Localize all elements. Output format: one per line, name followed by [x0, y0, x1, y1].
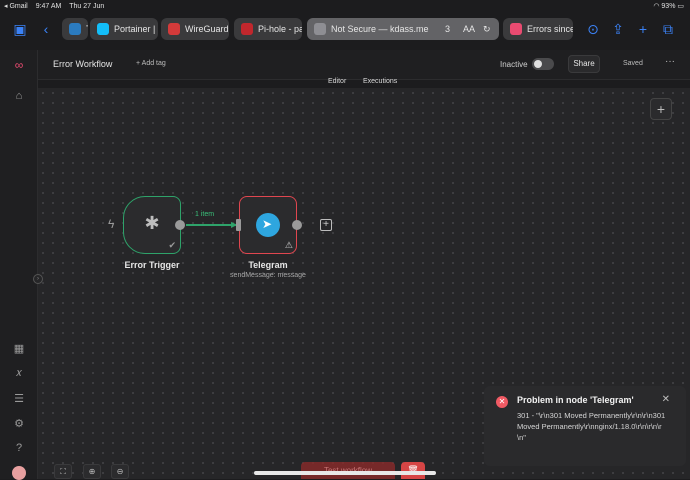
- more-options-icon[interactable]: ···: [665, 56, 675, 67]
- browser-tab-2[interactable]: Portainer | l: [90, 18, 158, 40]
- extension-count[interactable]: 3: [445, 18, 450, 40]
- back-icon[interactable]: ‹: [36, 20, 56, 38]
- edge-item-count: 1 item: [193, 211, 217, 218]
- close-icon[interactable]: ✕: [662, 394, 670, 405]
- help-icon[interactable]: ?: [9, 442, 29, 456]
- portainer-favicon-icon: [97, 23, 109, 35]
- status-bar: ◂ Gmail 9:47 AM Thu 27 Jun ◠ 93% ▭: [0, 0, 690, 12]
- trigger-output-handle[interactable]: [175, 220, 185, 230]
- error-trigger-node[interactable]: ✱ ✔: [123, 196, 181, 254]
- tab-favicon-icon: [69, 23, 81, 35]
- n8n-favicon-icon: [510, 23, 522, 35]
- tab-editor[interactable]: Editor: [328, 78, 346, 85]
- add-next-node-plus-icon[interactable]: +: [320, 219, 332, 231]
- browser-tab-3[interactable]: WireGuard: [161, 18, 229, 40]
- battery-label: 93%: [661, 3, 676, 10]
- telegram-operation-label: sendMessage: message: [230, 272, 306, 279]
- fit-view-icon[interactable]: ⛶: [54, 464, 72, 479]
- templates-icon[interactable]: ▦: [9, 342, 29, 356]
- sidebar-toggle-icon[interactable]: ▣: [10, 20, 30, 38]
- tab-label: Portainer | l: [114, 24, 158, 34]
- bug-icon: ✱: [144, 213, 160, 233]
- reload-icon[interactable]: ↻: [483, 18, 491, 40]
- n8n-logo-icon[interactable]: ∞: [9, 58, 29, 72]
- new-tab-icon[interactable]: +: [633, 20, 653, 38]
- home-icon[interactable]: ⌂: [9, 90, 29, 104]
- share-icon[interactable]: ⇪: [608, 20, 628, 38]
- browser-tab-1[interactable]: Ti: [62, 18, 88, 40]
- battery-icon: ▭: [677, 3, 684, 10]
- telegram-icon: ➤: [256, 213, 280, 237]
- share-button[interactable]: Share: [568, 55, 600, 73]
- browser-tab-6[interactable]: Errors since: [503, 18, 573, 40]
- workflow-header: Error Workflow + Add tag Inactive Share …: [38, 50, 690, 80]
- tab-label: Ti: [86, 24, 88, 34]
- app-sidebar: ∞ ⌂ ▦ 𝑥 ☰ ⚙ ?: [0, 50, 38, 480]
- success-check-icon: ✔: [168, 240, 176, 250]
- zoom-out-icon[interactable]: ⊖: [111, 464, 129, 479]
- trigger-lightning-icon: ϟ: [108, 217, 115, 231]
- carrier-label: ◂ Gmail: [4, 3, 28, 10]
- telegram-label: Telegram: [248, 260, 288, 270]
- tab-label: WireGuard: [185, 24, 229, 34]
- canvas-controls: ⛶ ⊕ ⊖: [50, 464, 150, 479]
- telegram-input-handle[interactable]: [236, 219, 241, 231]
- add-tag-button[interactable]: + Add tag: [136, 60, 166, 67]
- browser-tab-active[interactable]: Not Secure — kdass.me 3 AA ↻: [307, 18, 499, 40]
- reader-aa-button[interactable]: AA: [463, 18, 475, 40]
- warning-icon: ⚠: [284, 240, 293, 250]
- home-indicator: [254, 471, 436, 475]
- add-node-plus-icon[interactable]: +: [650, 98, 672, 120]
- active-state-label: Inactive: [500, 60, 528, 69]
- telegram-output-handle[interactable]: [292, 220, 302, 230]
- notification-message: 301 - "\r\n301 Moved Permanently\r\n\r\n…: [517, 411, 666, 442]
- tab-label: Errors since: [527, 24, 573, 34]
- wireguard-favicon-icon: [168, 23, 180, 35]
- close-tab-icon[interactable]: [314, 23, 326, 35]
- workflow-title[interactable]: Error Workflow: [53, 59, 112, 69]
- expand-sidebar-chevron-icon[interactable]: ›: [33, 274, 43, 284]
- tab-label: Pi-hole - pa: [258, 24, 302, 34]
- telegram-node[interactable]: ➤ ⚠: [239, 196, 297, 254]
- browser-tab-4[interactable]: Pi-hole - pa: [234, 18, 302, 40]
- tab-overview-icon[interactable]: ⧉: [658, 20, 678, 38]
- browser-tab-bar: ▣ ‹ Ti Portainer | l WireGuard Pi-hole -…: [0, 14, 690, 44]
- active-toggle[interactable]: [532, 58, 554, 70]
- wifi-icon: ◠: [653, 3, 660, 10]
- zoom-in-icon[interactable]: ⊕: [83, 464, 101, 479]
- executions-list-icon[interactable]: ☰: [9, 392, 29, 406]
- tab-executions[interactable]: Executions: [363, 78, 397, 85]
- mode-switch: Editor Executions: [38, 78, 690, 88]
- notification-title: Problem in node 'Telegram': [517, 395, 634, 405]
- url-label: Not Secure — kdass.me: [331, 24, 429, 34]
- error-trigger-label: Error Trigger: [124, 260, 180, 270]
- saved-status: Saved: [623, 60, 643, 67]
- settings-gear-icon[interactable]: ⚙: [9, 417, 29, 431]
- download-icon[interactable]: ⊙: [583, 20, 603, 38]
- error-notification: ✕ ✕ Problem in node 'Telegram' 301 - "\r…: [484, 386, 686, 466]
- error-x-icon: ✕: [496, 396, 508, 408]
- pihole-favicon-icon: [241, 23, 253, 35]
- connection-edge: [186, 224, 237, 226]
- date-label: Thu 27 Jun: [69, 3, 105, 10]
- time-label: 9:47 AM: [35, 3, 62, 10]
- variables-icon[interactable]: 𝑥: [9, 367, 29, 381]
- user-avatar[interactable]: [12, 466, 26, 480]
